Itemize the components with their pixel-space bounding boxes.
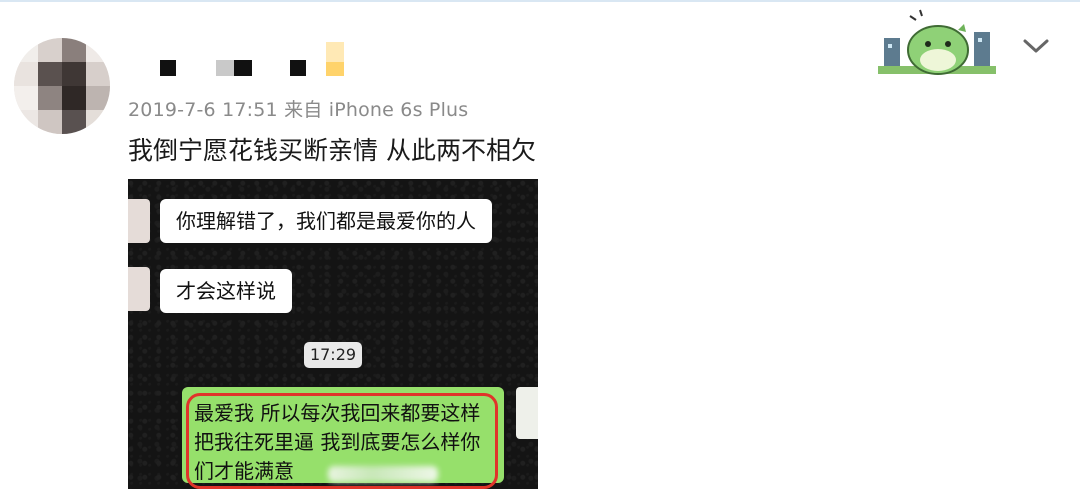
contact-avatar	[128, 199, 150, 243]
contact-avatar	[128, 267, 150, 311]
username-redacted[interactable]	[160, 42, 360, 78]
self-avatar	[516, 387, 538, 439]
post-meta: 2019-7-6 17:51 来自 iPhone 6s Plus	[128, 99, 469, 121]
avatar-mosaic	[14, 38, 110, 134]
chat-bubble-incoming: 你理解错了，我们都是最爱你的人	[160, 199, 492, 243]
chevron-down-icon[interactable]	[1022, 36, 1050, 56]
chat-bubble-outgoing: 最爱我 所以每次我回来都要这样 把我往死里逼 我到底要怎么样你 们才能满意	[182, 387, 504, 489]
top-divider	[0, 0, 1080, 2]
chat-timestamp: 17:29	[304, 342, 362, 368]
avatar[interactable]	[14, 38, 110, 134]
green-dinosaur-sticker	[878, 9, 996, 75]
chat-bubble-incoming: 才会这样说	[160, 269, 292, 313]
chat-screenshot[interactable]: 你理解错了，我们都是最爱你的人 才会这样说 17:29 最爱我 所以每次我回来都…	[128, 179, 538, 489]
red-highlight-outline	[186, 393, 498, 489]
post-text: 我倒宁愿花钱买断亲情 从此两不相欠	[128, 136, 536, 165]
